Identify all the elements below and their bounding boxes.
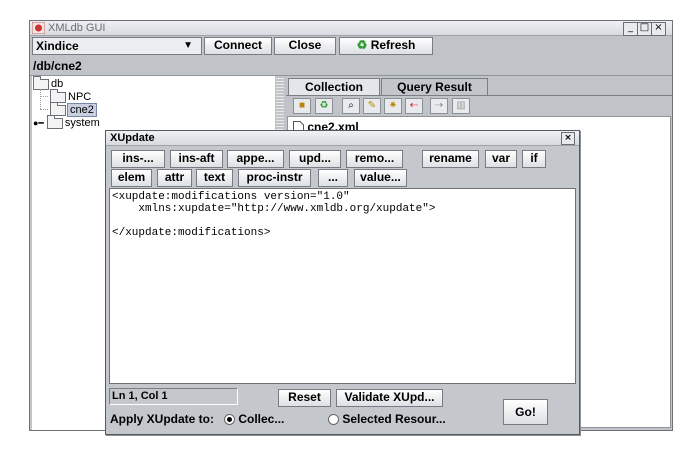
remove-button[interactable]: remo... — [346, 150, 403, 168]
more-button[interactable]: ... — [318, 169, 348, 187]
refresh-icon: ♻ — [356, 38, 368, 52]
tree-item-label: NPC — [68, 91, 92, 103]
radio-selected-icon[interactable] — [224, 414, 235, 426]
dialog-title-bar: XUpdate × — [106, 131, 579, 146]
close-connection-button[interactable]: Close — [274, 37, 336, 55]
refresh-button[interactable]: ♻ Refresh — [339, 37, 433, 55]
path-bar: /db/cne2 — [30, 56, 672, 76]
tree-item-db[interactable]: db — [33, 75, 63, 90]
export-database-icon[interactable]: ⇢ — [430, 98, 448, 114]
chevron-down-icon: ▼ — [183, 40, 193, 51]
dialog-close-button[interactable]: × — [561, 132, 575, 145]
database-select-value: Xindice — [36, 39, 79, 53]
value-button[interactable]: value... — [354, 169, 407, 187]
edit-document-icon[interactable]: ✎ — [363, 98, 381, 114]
import-database-icon[interactable]: ⇠ — [405, 98, 423, 114]
editor-line: <xupdate:modifications version="1.0" — [112, 191, 350, 203]
tree-connector — [40, 89, 41, 109]
rename-button[interactable]: rename — [422, 150, 479, 168]
editor-line: xmlns:xupdate="http://www.xmldb.org/xupd… — [112, 203, 436, 215]
if-button[interactable]: if — [522, 150, 546, 168]
refresh-label: Refresh — [370, 38, 416, 52]
tab-collection[interactable]: Collection — [288, 78, 380, 95]
apply-target-label: Apply XUpdate to: — [110, 412, 214, 426]
delete-icon[interactable]: ▥ — [452, 98, 470, 114]
tree-item-cne2[interactable]: cne2 — [50, 101, 97, 117]
text-button[interactable]: text — [196, 169, 233, 187]
folder-icon — [33, 75, 49, 90]
element-button[interactable]: elem — [111, 169, 152, 187]
xmldb-app-icon — [32, 22, 45, 34]
insert-before-button[interactable]: ins-... — [111, 150, 165, 168]
xupdate-editor[interactable]: <xupdate:modifications version="1.0" xml… — [109, 188, 576, 384]
apply-collection-label: Collec... — [238, 412, 285, 426]
tab-query-result[interactable]: Query Result — [381, 78, 488, 95]
dialog-title: XUpdate — [110, 132, 155, 144]
new-collection-icon[interactable]: ✷ — [384, 98, 402, 114]
radio-unselected-icon[interactable] — [328, 414, 339, 426]
apply-collection-option[interactable]: Collec... — [224, 412, 284, 426]
window-title: XMLdb GUI — [48, 22, 106, 34]
append-button[interactable]: appe... — [227, 150, 284, 168]
tree-connector — [40, 96, 48, 97]
refresh-collection-icon[interactable]: ♻ — [315, 98, 333, 114]
attribute-button[interactable]: attr — [157, 169, 192, 187]
maximize-button[interactable]: □ — [637, 22, 652, 36]
tab-rule — [286, 95, 672, 96]
insert-after-button[interactable]: ins-aft — [170, 150, 223, 168]
expand-handle-icon[interactable]: ●━ — [33, 118, 44, 128]
folder-icon — [46, 114, 63, 129]
tree-item-label: cne2 — [67, 103, 97, 117]
apply-selected-label: Selected Resour... — [342, 412, 446, 426]
database-select[interactable]: Xindice ▼ — [32, 37, 202, 55]
processing-instruction-button[interactable]: proc-instr — [238, 169, 311, 187]
tree-item-system[interactable]: ●━ system — [33, 114, 100, 129]
tree-item-label: system — [64, 117, 100, 129]
cursor-position-status: Ln 1, Col 1 — [109, 388, 238, 405]
update-button[interactable]: upd... — [289, 150, 341, 168]
apply-selected-option[interactable]: Selected Resour... — [328, 412, 446, 426]
open-collection-icon[interactable]: ■ — [293, 98, 311, 114]
go-button[interactable]: Go! — [503, 399, 548, 425]
validate-xupdate-button[interactable]: Validate XUpd... — [336, 389, 443, 407]
tree-connector — [40, 109, 48, 110]
reset-button[interactable]: Reset — [278, 389, 331, 407]
view-document-icon[interactable]: ⌕ — [342, 98, 360, 114]
close-window-button[interactable]: × — [651, 22, 666, 36]
editor-line: </xupdate:modifications> — [112, 227, 271, 239]
minimize-button[interactable]: _ — [623, 22, 638, 36]
title-bar: XMLdb GUI _ □ × — [30, 21, 672, 36]
xupdate-dialog: XUpdate × ins-... ins-aft appe... upd...… — [105, 130, 580, 435]
variable-button[interactable]: var — [485, 150, 517, 168]
connect-button[interactable]: Connect — [204, 37, 272, 55]
